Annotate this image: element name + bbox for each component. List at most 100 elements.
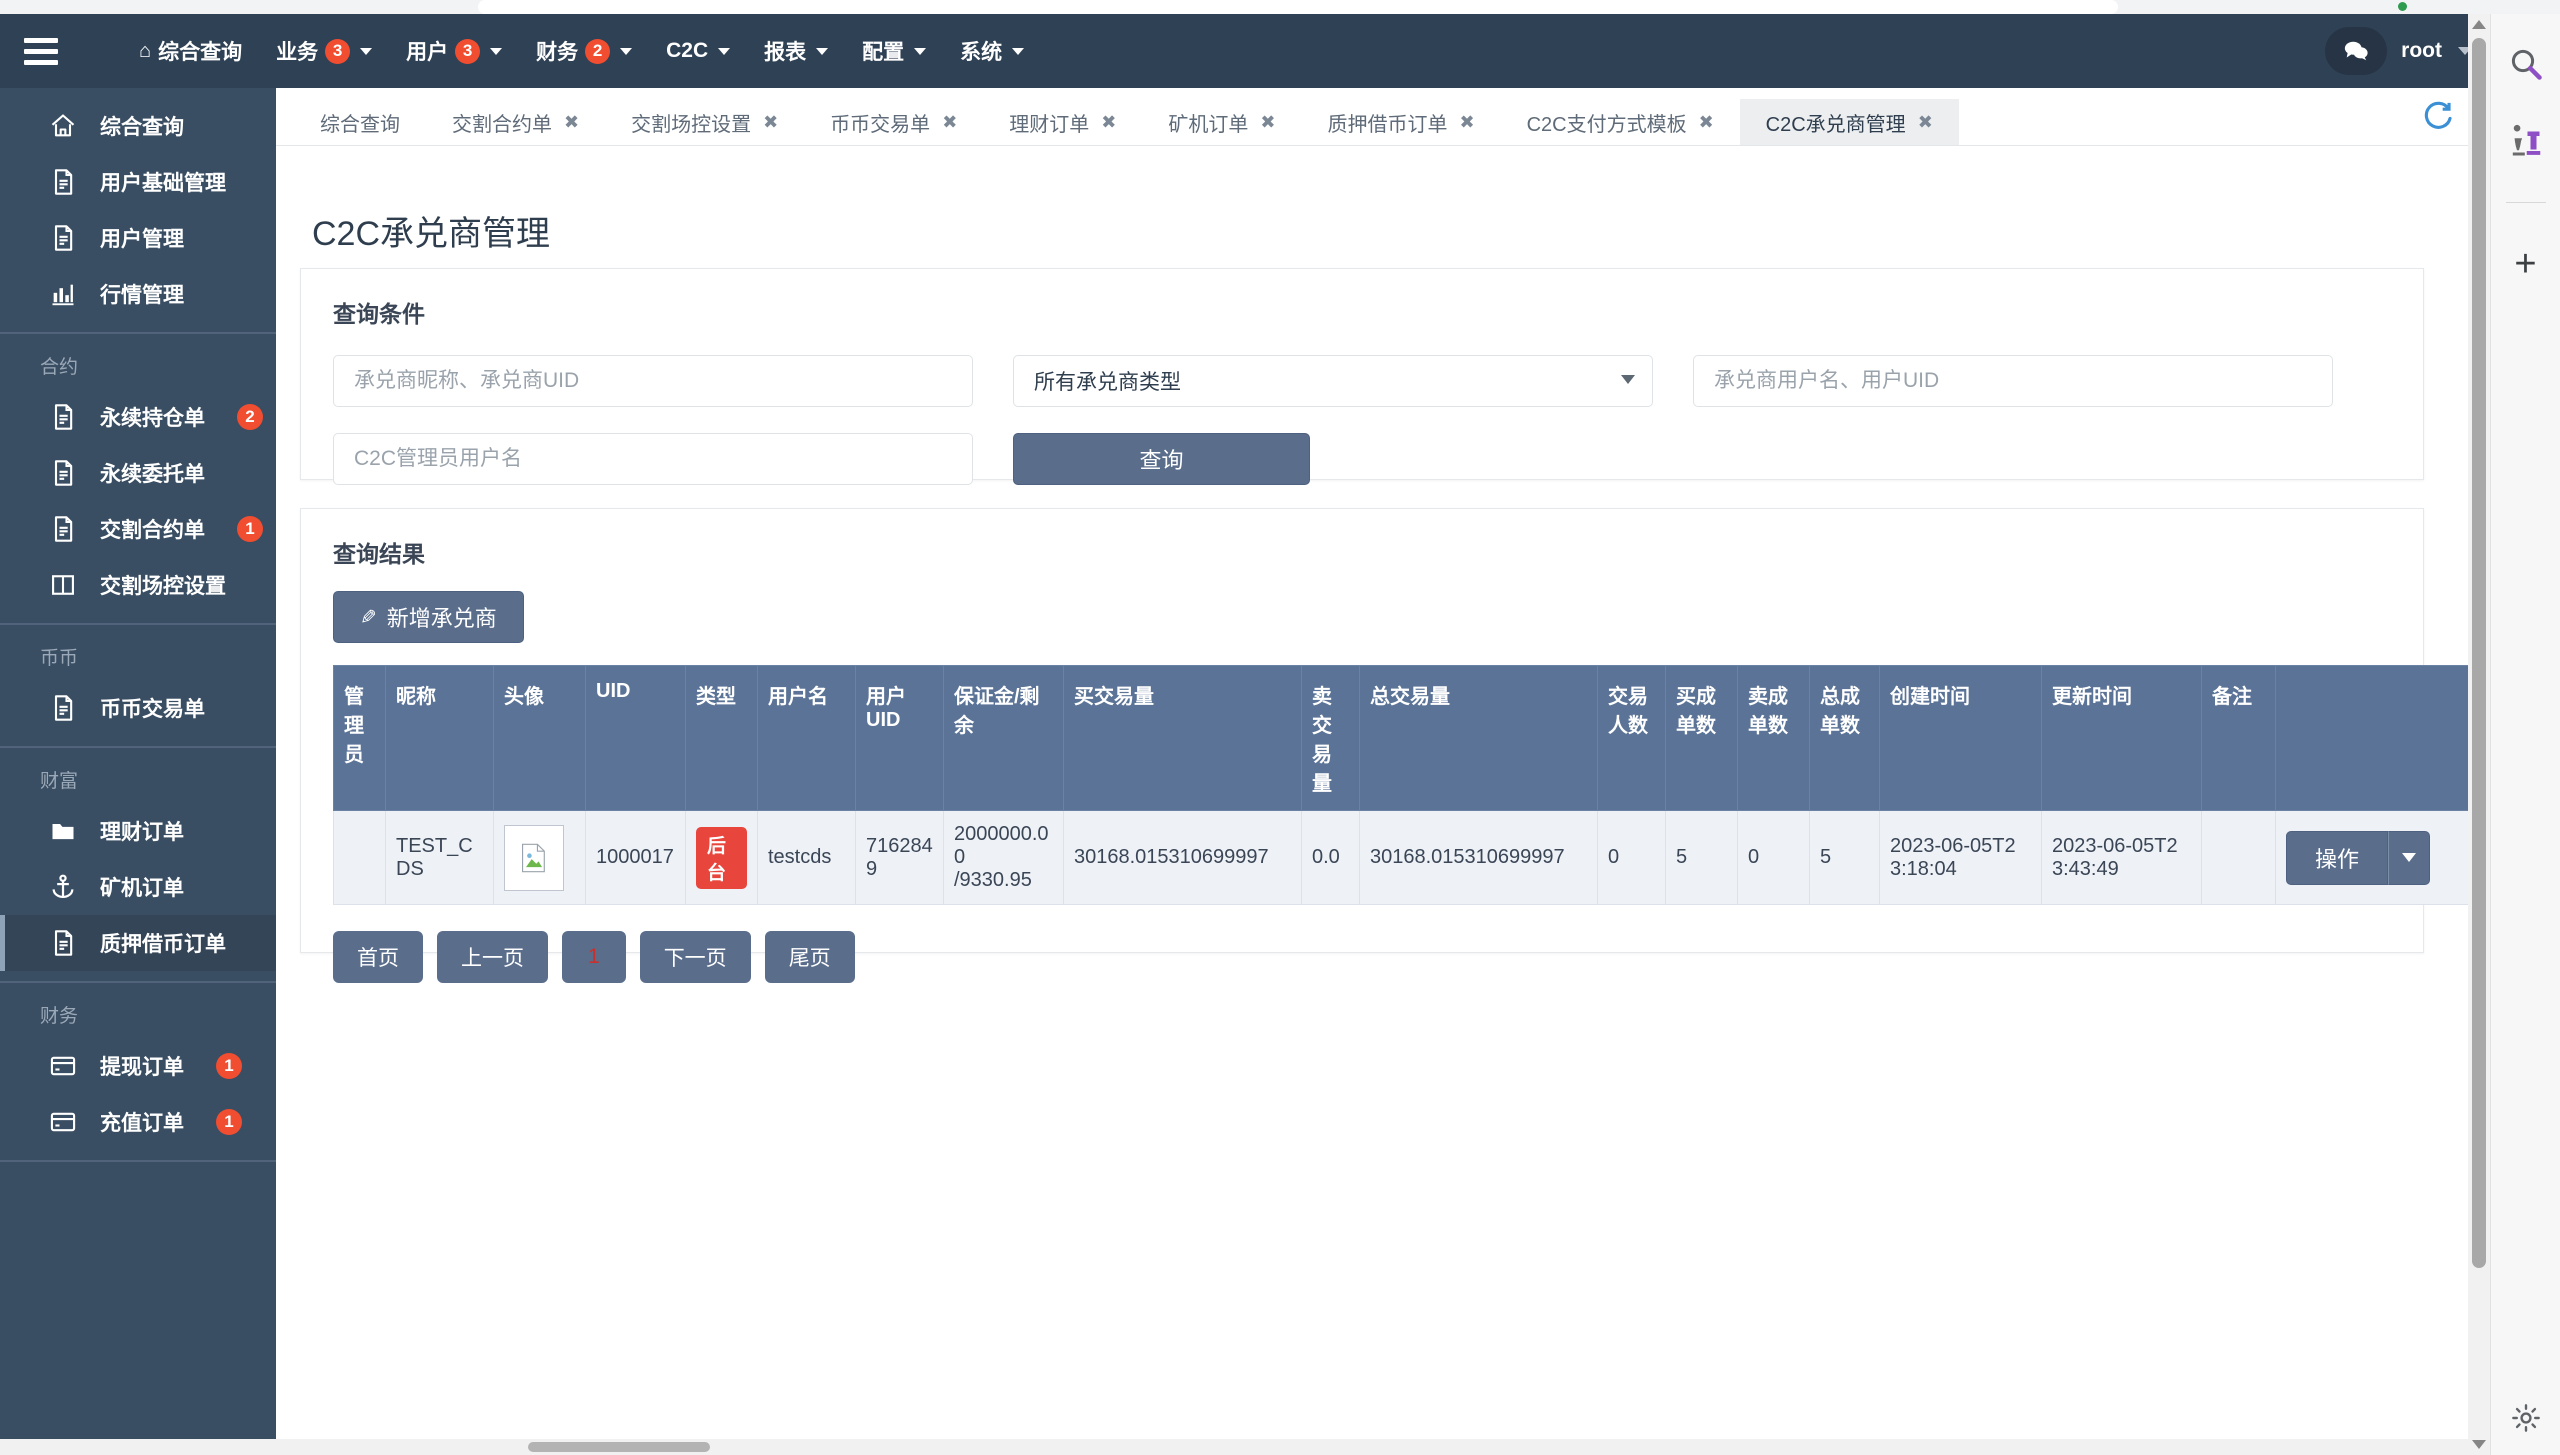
cell-uid: 1000017: [585, 810, 686, 905]
nav-item-label: 业务: [276, 41, 319, 64]
add-merchant-label: 新增承兑商: [386, 606, 497, 631]
tab-pledge-loan-order[interactable]: 质押借币订单 ✖: [1301, 99, 1500, 145]
tab-c2c-payment-template[interactable]: C2C支付方式模板 ✖: [1501, 99, 1740, 145]
sidebar-item-delivery-control-settings[interactable]: 交割场控设置: [0, 557, 276, 613]
chevron-down-icon: [914, 47, 927, 55]
nav-item-business[interactable]: 业务 3: [259, 14, 389, 88]
vertical-scrollbar[interactable]: [2468, 14, 2490, 1455]
col-total-orders: 总成单数: [1809, 665, 1880, 811]
close-icon[interactable]: ✖: [763, 112, 778, 133]
nav-item-system[interactable]: 系统: [943, 14, 1041, 88]
nav-item-finance[interactable]: 财务 2: [519, 14, 649, 88]
tab-spot-trade-order[interactable]: 币币交易单 ✖: [804, 99, 983, 145]
sidebar-item-market-management[interactable]: 行情管理: [0, 266, 276, 322]
navbar-right-area: root: [2325, 14, 2472, 88]
scroll-down-icon[interactable]: [2472, 1440, 2486, 1449]
sidebar-item-pledge-loan-order[interactable]: 质押借币订单: [0, 915, 276, 971]
sidebar-item-spot-trade-order[interactable]: 币币交易单: [0, 680, 276, 736]
search-icon[interactable]: [2508, 46, 2544, 82]
nav-item-comprehensive-query[interactable]: ⌂ 综合查询: [122, 14, 259, 88]
gear-icon[interactable]: [2510, 1402, 2542, 1439]
close-icon[interactable]: ✖: [942, 112, 957, 133]
c2c-admin-username-input[interactable]: [333, 433, 973, 485]
tab-delivery-control-settings[interactable]: 交割场控设置 ✖: [605, 99, 804, 145]
sidebar-item-label: 永续委托单: [100, 463, 205, 486]
col-total-volume: 总交易量: [1359, 665, 1598, 811]
tab-c2c-merchant-management[interactable]: C2C承兑商管理 ✖: [1739, 99, 1959, 145]
close-icon[interactable]: ✖: [1260, 112, 1275, 133]
close-icon[interactable]: ✖: [1699, 112, 1714, 133]
cell-user-uid: 7162849: [855, 810, 944, 905]
sidebar-item-user-management[interactable]: 用户管理: [0, 210, 276, 266]
merchant-type-select-value: 所有承兑商类型: [1034, 371, 1181, 394]
merchant-user-search-input[interactable]: [1693, 355, 2333, 407]
sidebar-item-label: 交割场控设置: [100, 575, 226, 598]
nav-item-label: 综合查询: [158, 41, 243, 64]
pagination-prev[interactable]: 上一页: [437, 931, 548, 983]
pencil-icon: ✎: [360, 606, 377, 629]
status-badge: 后台: [696, 826, 747, 889]
sidebar-item-deposit-order[interactable]: 充值订单 1: [0, 1094, 276, 1150]
results-table-wrapper: 管理员 昵称 头像 UID 类型 用户名 用户UID 保证金/剩余 买交易量 卖…: [333, 665, 2490, 905]
horizontal-scrollbar[interactable]: [0, 1439, 2490, 1455]
margin-remaining: /9330.95: [954, 869, 1032, 891]
sidebar-item-user-basic-management[interactable]: 用户基础管理: [0, 154, 276, 210]
plus-icon[interactable]: +: [2514, 245, 2536, 283]
document-icon: [48, 458, 78, 488]
close-icon[interactable]: ✖: [1918, 112, 1933, 133]
nav-badge: 3: [325, 38, 351, 64]
close-icon[interactable]: ✖: [1101, 112, 1116, 133]
horizontal-scrollbar-thumb[interactable]: [528, 1442, 710, 1452]
tab-comprehensive-query[interactable]: 综合查询: [294, 99, 426, 145]
chat-bubble-icon[interactable]: [2325, 27, 2388, 75]
close-icon[interactable]: ✖: [564, 112, 579, 133]
tab-label: 理财订单: [1009, 113, 1090, 136]
tab-label: 矿机订单: [1168, 113, 1249, 136]
nav-item-reports[interactable]: 报表: [747, 14, 845, 88]
document-icon: [48, 514, 78, 544]
action-button[interactable]: 操作: [2286, 830, 2389, 885]
col-buy-volume: 买交易量: [1063, 665, 1302, 811]
sidebar-item-miner-order[interactable]: 矿机订单: [0, 859, 276, 915]
action-dropdown-toggle[interactable]: [2388, 830, 2431, 885]
sidebar-item-perpetual-position[interactable]: 永续持仓单 2: [0, 389, 276, 445]
pagination-next[interactable]: 下一页: [639, 931, 751, 983]
tab-wealth-order[interactable]: 理财订单 ✖: [983, 99, 1142, 145]
nav-item-users[interactable]: 用户 3: [389, 14, 519, 88]
merchant-type-select[interactable]: 所有承兑商类型: [1013, 355, 1653, 407]
tab-miner-order[interactable]: 矿机订单 ✖: [1142, 99, 1301, 145]
sidebar-item-withdraw-order[interactable]: 提现订单 1: [0, 1038, 276, 1094]
cell-margin: 2000000.00 /9330.95: [943, 810, 1064, 905]
sidebar-item-comprehensive-query[interactable]: 综合查询: [0, 98, 276, 154]
sidebar-item-label: 综合查询: [100, 116, 184, 139]
credit-card-icon: [48, 1107, 78, 1137]
sidebar-item-perpetual-order[interactable]: 永续委托单: [0, 445, 276, 501]
columns-icon: [48, 570, 78, 600]
sidebar-badge: 1: [237, 516, 263, 542]
anchor-icon: [48, 872, 78, 902]
query-button[interactable]: 查询: [1013, 433, 1310, 485]
merchant-search-input[interactable]: [333, 355, 973, 407]
close-icon[interactable]: ✖: [1459, 112, 1474, 133]
scroll-up-icon[interactable]: [2472, 20, 2486, 29]
hamburger-menu-icon[interactable]: [0, 14, 82, 88]
nav-item-c2c[interactable]: C2C: [649, 14, 747, 88]
pagination-current-page[interactable]: 1: [562, 931, 626, 983]
sidebar-item-delivery-contract-order[interactable]: 交割合约单 1: [0, 501, 276, 557]
vertical-scrollbar-thumb[interactable]: [2472, 38, 2486, 1268]
pagination-first[interactable]: 首页: [333, 931, 423, 983]
browser-url-bar[interactable]: [478, 0, 2118, 14]
sidebar-item-wealth-order[interactable]: 理财订单: [0, 803, 276, 859]
nav-item-config[interactable]: 配置: [845, 14, 943, 88]
tab-delivery-contract-order[interactable]: 交割合约单 ✖: [426, 99, 605, 145]
col-buy-orders: 买成单数: [1665, 665, 1738, 811]
sidebar-item-label: 行情管理: [100, 284, 184, 307]
chess-pieces-icon[interactable]: [2508, 124, 2544, 160]
page-title: C2C承兑商管理: [312, 215, 551, 253]
cell-buy-volume: 30168.015310699997: [1063, 810, 1302, 905]
add-merchant-button[interactable]: ✎ 新增承兑商: [333, 591, 524, 643]
refresh-icon[interactable]: [2420, 100, 2454, 134]
folder-icon: [48, 816, 78, 846]
cell-remark: [2201, 810, 2276, 905]
pagination-last[interactable]: 尾页: [764, 931, 855, 983]
